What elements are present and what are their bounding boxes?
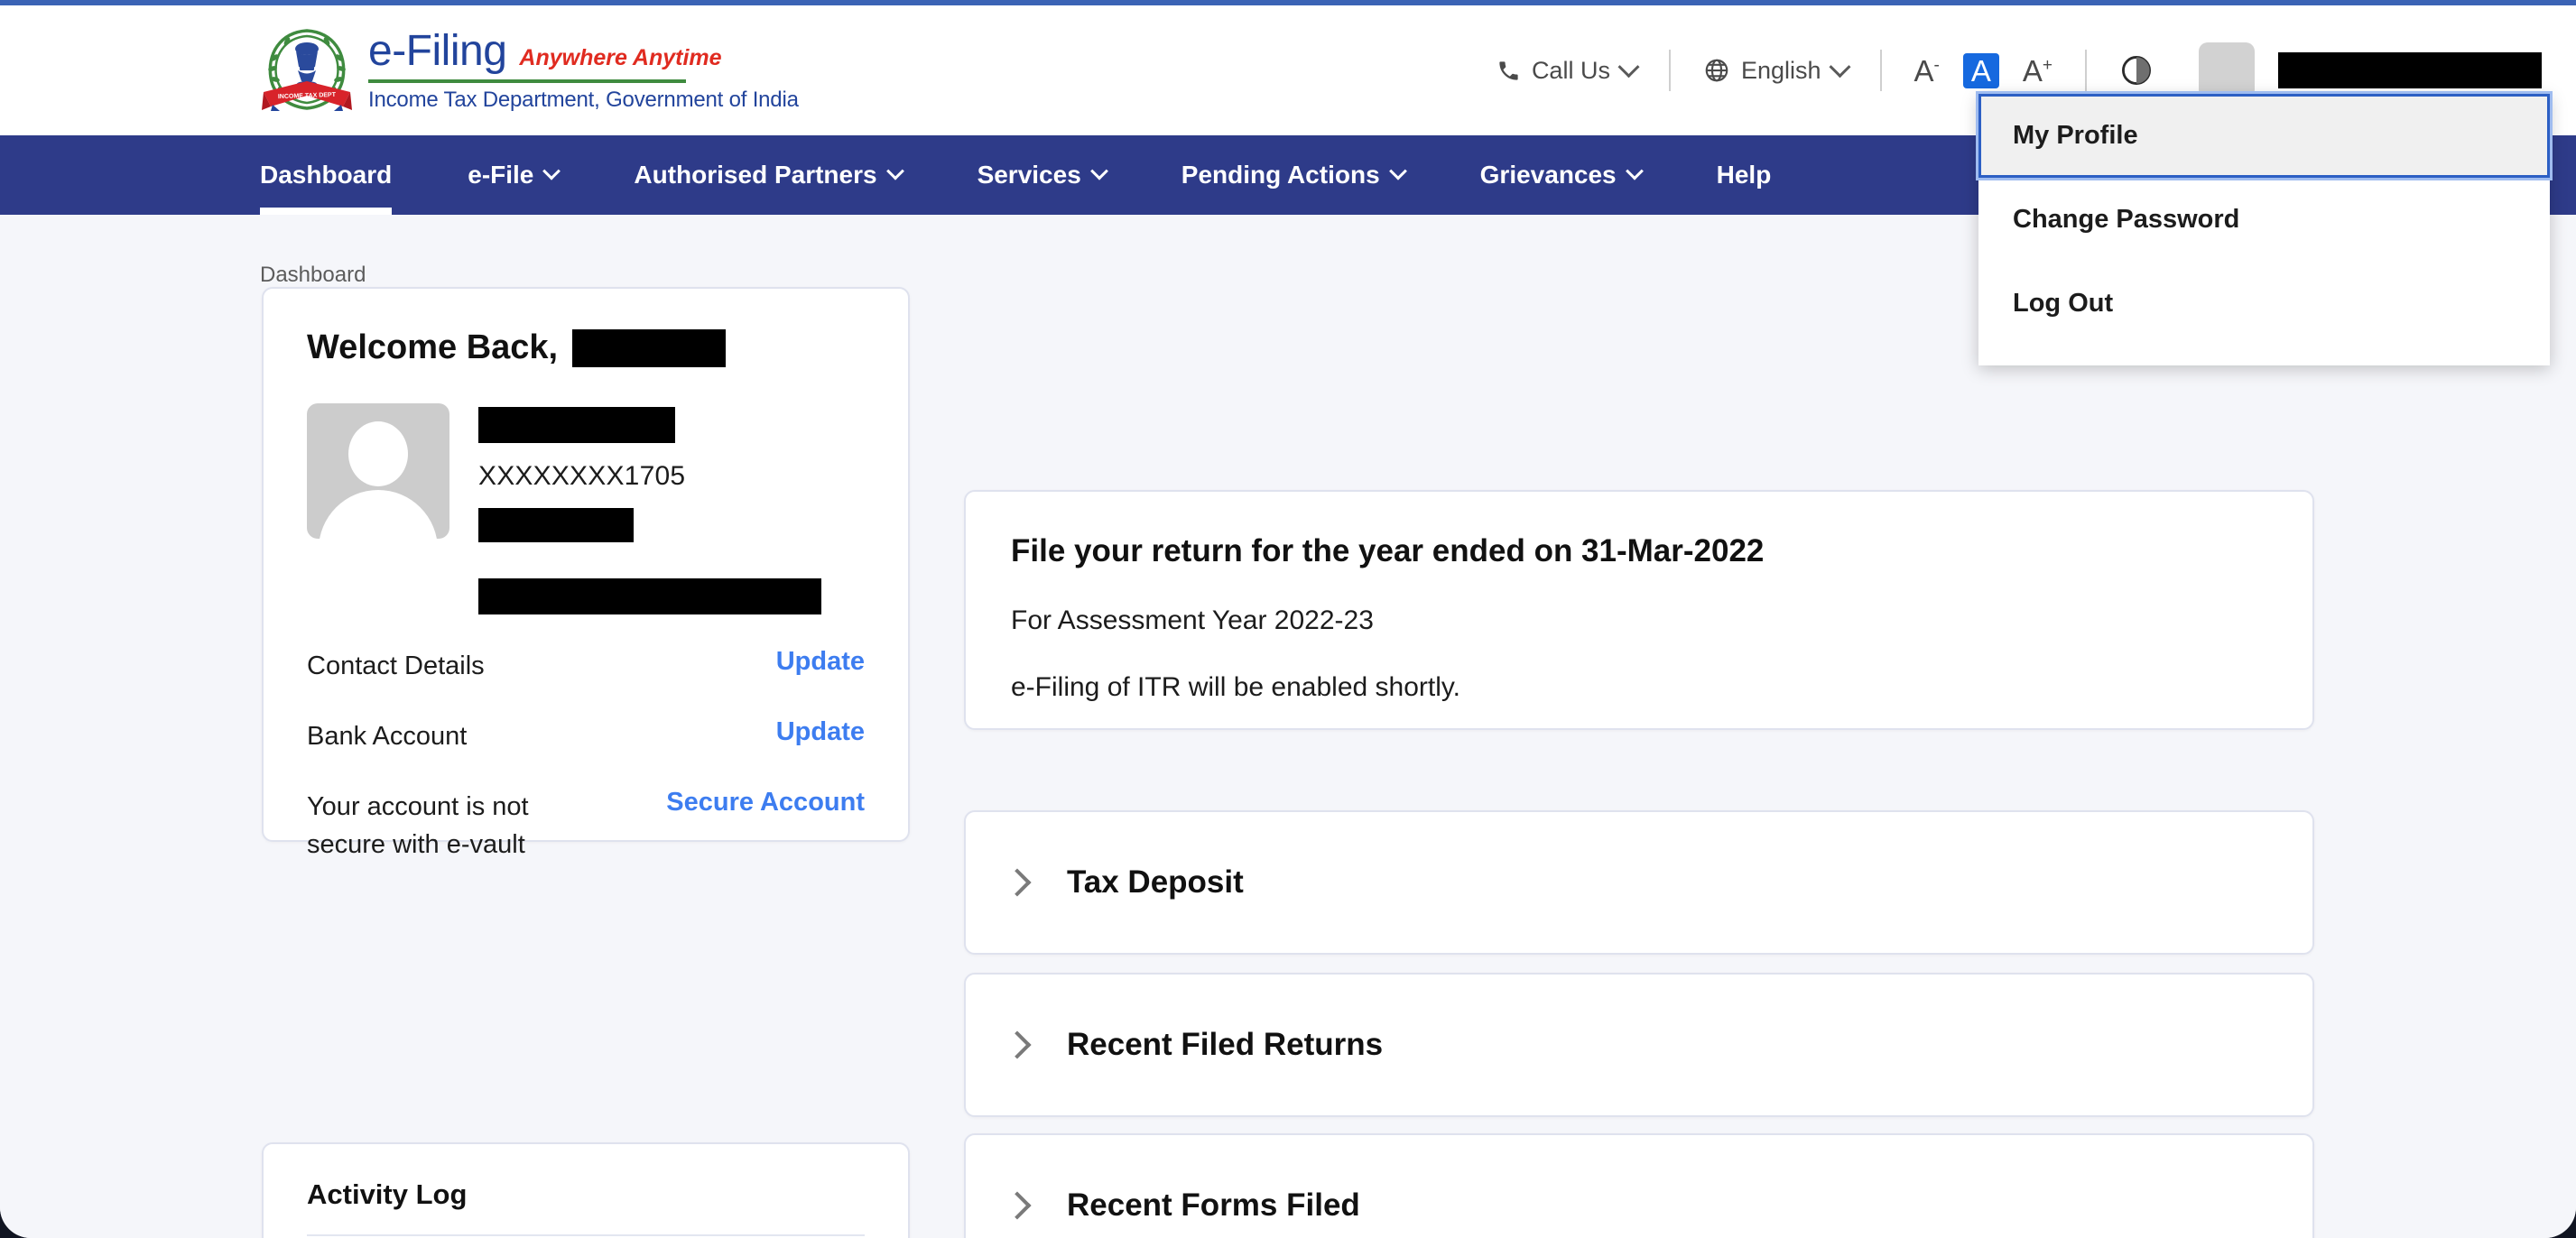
font-increase-button[interactable]: A+ bbox=[2019, 54, 2056, 88]
font-decrease-label: A bbox=[1913, 53, 1934, 88]
chevron-down-icon bbox=[1089, 162, 1108, 180]
profile-address-redacted bbox=[478, 578, 821, 614]
font-decrease-sup: - bbox=[1933, 55, 1940, 75]
call-us-button[interactable]: Call Us bbox=[1473, 55, 1660, 85]
pan-masked-value: XXXXXXXX1705 bbox=[478, 461, 686, 491]
notice-title: File your return for the year ended on 3… bbox=[1011, 533, 1765, 568]
nav-item-e-file[interactable]: e-File bbox=[468, 135, 561, 215]
detail-row-evault: Your account is not secure with e-vault … bbox=[307, 788, 865, 864]
header-divider-2 bbox=[1879, 50, 1882, 91]
browser-window: सत्यमेव जयते INCOME TAX DEPT e-Filing A bbox=[0, 0, 2576, 1238]
detail-label: Contact Details bbox=[307, 651, 485, 680]
font-normal-button[interactable]: A bbox=[1962, 52, 1999, 88]
contrast-icon[interactable] bbox=[2119, 53, 2154, 88]
chevron-down-icon bbox=[885, 162, 904, 180]
call-us-label: Call Us bbox=[1531, 56, 1610, 84]
font-size-controls: A- A A+ bbox=[1891, 52, 2076, 88]
breadcrumb: Dashboard bbox=[260, 263, 366, 287]
header-divider-3 bbox=[2085, 50, 2087, 91]
nav-label: Help bbox=[1716, 161, 1772, 189]
nav-item-dashboard[interactable]: Dashboard bbox=[260, 135, 393, 215]
detail-row-contact: Contact Details Update bbox=[307, 647, 865, 685]
chevron-down-icon bbox=[1388, 162, 1407, 180]
brand-efiling-label: e-Filing bbox=[368, 27, 507, 75]
font-decrease-button[interactable]: A- bbox=[1911, 54, 1943, 88]
welcome-name-redacted bbox=[572, 328, 727, 367]
india-emblem-icon: सत्यमेव जयते INCOME TAX DEPT bbox=[260, 22, 354, 115]
nav-label: e-File bbox=[468, 161, 534, 189]
nav-label: Services bbox=[977, 161, 1081, 189]
welcome-heading: Welcome Back, bbox=[307, 328, 865, 367]
notice-status: e-Filing of ITR will be enabled shortly. bbox=[1011, 672, 1460, 702]
chevron-down-icon bbox=[542, 162, 561, 180]
nav-label: Authorised Partners bbox=[634, 161, 877, 189]
nav-item-help[interactable]: Help bbox=[1717, 135, 1772, 215]
profile-card: Welcome Back, XXXXXXXX1705 Contact Detai… bbox=[262, 287, 910, 859]
chevron-right-icon bbox=[1003, 1030, 1032, 1059]
nav-item-pending-actions[interactable]: Pending Actions bbox=[1181, 135, 1407, 215]
menu-item-my-profile[interactable]: My Profile bbox=[1976, 91, 2553, 180]
detail-label: Bank Account bbox=[307, 722, 468, 752]
nav-item-authorised-partners[interactable]: Authorised Partners bbox=[634, 135, 904, 215]
accordion-recent-forms-filed[interactable]: Recent Forms Filed bbox=[964, 1133, 2314, 1238]
menu-item-change-password[interactable]: Change Password bbox=[1978, 178, 2550, 262]
chevron-down-icon bbox=[1617, 55, 1640, 78]
nav-item-grievances[interactable]: Grievances bbox=[1479, 135, 1644, 215]
user-avatar bbox=[307, 403, 449, 539]
font-increase-sup: + bbox=[2042, 55, 2052, 75]
language-selector[interactable]: English bbox=[1680, 55, 1871, 85]
accordion-label: Recent Forms Filed bbox=[1067, 1187, 1360, 1223]
profile-name-redacted bbox=[478, 407, 675, 443]
update-contact-link[interactable]: Update bbox=[776, 647, 865, 677]
activity-log-title: Activity Log bbox=[307, 1178, 865, 1236]
user-name-redacted[interactable] bbox=[2278, 52, 2542, 88]
brand-divider bbox=[368, 79, 686, 83]
avatar-placeholder-icon[interactable] bbox=[2199, 42, 2255, 98]
accordion-label: Tax Deposit bbox=[1067, 864, 1244, 900]
detail-row-bank: Bank Account Update bbox=[307, 717, 865, 755]
chevron-right-icon bbox=[1003, 1191, 1032, 1220]
globe-icon bbox=[1703, 57, 1730, 84]
profile-dropdown-menu: My Profile Change Password Log Out bbox=[1976, 91, 2553, 365]
nav-label: Dashboard bbox=[260, 161, 393, 189]
site-logo[interactable]: सत्यमेव जयते INCOME TAX DEPT e-Filing A bbox=[260, 22, 799, 115]
accordion-recent-filed-returns[interactable]: Recent Filed Returns bbox=[964, 973, 2314, 1117]
file-return-notice-card: File your return for the year ended on 3… bbox=[964, 490, 2314, 730]
detail-label: Your account is not secure with e-vault bbox=[307, 792, 529, 860]
language-label: English bbox=[1740, 56, 1821, 84]
activity-log-card: Activity Log Last log out Dec 31, 2021, … bbox=[262, 1142, 910, 1238]
chevron-down-icon bbox=[1625, 162, 1644, 180]
font-increase-label: A bbox=[2022, 53, 2043, 88]
chevron-right-icon bbox=[1003, 868, 1032, 897]
welcome-label: Welcome Back, bbox=[307, 328, 559, 366]
accordion-tax-deposit[interactable]: Tax Deposit bbox=[964, 810, 2314, 955]
nav-label: Pending Actions bbox=[1181, 161, 1380, 189]
accordion-label: Recent Filed Returns bbox=[1067, 1027, 1384, 1062]
brand-text: e-Filing Anywhere Anytime Income Tax Dep… bbox=[368, 24, 799, 113]
page-body: Dashboard Welcome Back, XXXXXXXX1705 Con… bbox=[0, 215, 2576, 1238]
brand-tagline: Anywhere Anytime bbox=[519, 45, 722, 70]
profile-detail-redacted bbox=[478, 508, 634, 542]
nav-label: Grievances bbox=[1479, 161, 1617, 189]
profile-identity-row: XXXXXXXX1705 bbox=[307, 403, 865, 614]
nav-item-services[interactable]: Services bbox=[977, 135, 1108, 215]
menu-item-log-out[interactable]: Log Out bbox=[1978, 262, 2550, 346]
notice-assessment-year: For Assessment Year 2022-23 bbox=[1011, 605, 1374, 635]
header-divider-1 bbox=[1668, 50, 1671, 91]
profile-fields: XXXXXXXX1705 bbox=[478, 403, 821, 614]
update-bank-link[interactable]: Update bbox=[776, 717, 865, 747]
brand-department-label: Income Tax Department, Government of Ind… bbox=[368, 88, 799, 112]
secure-account-link[interactable]: Secure Account bbox=[666, 788, 865, 818]
chevron-down-icon bbox=[1828, 55, 1851, 78]
phone-icon bbox=[1496, 59, 1521, 83]
